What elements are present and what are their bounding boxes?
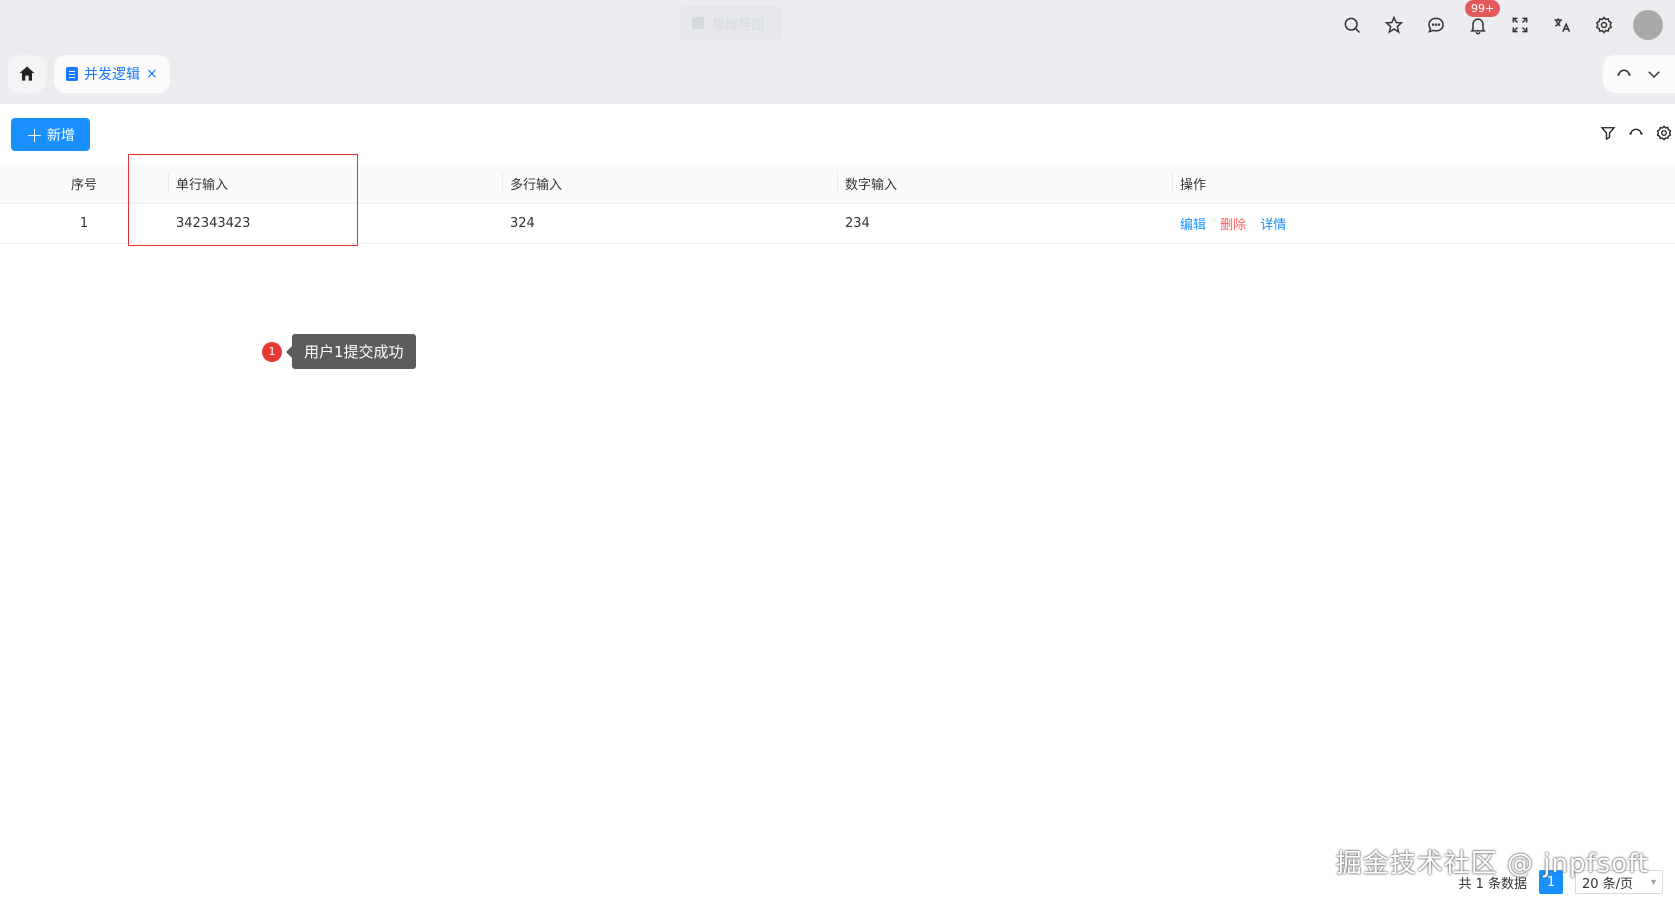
top-bar: 思维导图 99+ 并发逻辑 × — [0, 0, 1675, 104]
home-icon — [19, 66, 35, 81]
cell-actions: 编辑 删除 详情 — [1172, 214, 1675, 233]
column-header-number-input: 数字输入 — [837, 172, 1172, 193]
cell-number-input: 234 — [845, 216, 870, 231]
fullscreen-icon[interactable] — [1499, 8, 1541, 42]
step-number-badge: 1 — [262, 341, 282, 362]
search-icon[interactable] — [1331, 8, 1373, 42]
annotation-tooltip: 用户1提交成功 — [292, 334, 416, 369]
delete-link[interactable]: 删除 — [1220, 218, 1246, 233]
refresh-icon[interactable] — [1615, 65, 1633, 83]
tab-label: 并发逻辑 — [84, 67, 140, 83]
refresh-icon[interactable] — [1627, 124, 1645, 142]
tab-bar: 并发逻辑 × — [8, 55, 170, 93]
detail-link[interactable]: 详情 — [1260, 218, 1286, 233]
message-icon[interactable] — [1415, 8, 1457, 42]
gear-icon[interactable] — [1655, 124, 1673, 142]
annotation: 1 用户1提交成功 — [262, 334, 416, 369]
star-icon[interactable] — [1373, 8, 1415, 42]
chevron-down-icon: ▾ — [1650, 876, 1656, 888]
window-title: 思维导图 — [680, 6, 782, 40]
column-header-actions: 操作 — [1172, 172, 1675, 193]
column-header-multi-input: 多行输入 — [502, 172, 837, 193]
tab-concurrency-logic[interactable]: 并发逻辑 × — [54, 55, 170, 93]
plus-icon: + — [26, 122, 43, 147]
window-title-label: 思维导图 — [712, 17, 765, 33]
notification-badge: 99+ — [1465, 0, 1501, 17]
cell-multi-input: 324 — [510, 216, 535, 231]
close-icon[interactable]: × — [146, 66, 158, 82]
gear-icon[interactable] — [1583, 8, 1625, 42]
tab-actions — [1603, 55, 1675, 93]
header-icons: 99+ — [1331, 0, 1675, 42]
home-tab[interactable] — [8, 55, 46, 93]
avatar[interactable] — [1633, 10, 1663, 40]
add-button-label: 新增 — [46, 127, 75, 144]
add-button[interactable]: + 新增 — [11, 118, 90, 151]
edit-link[interactable]: 编辑 — [1180, 218, 1206, 233]
table-tools — [1599, 124, 1673, 142]
watermark: 掘金技术社区 @ jnpfsoft — [1335, 849, 1649, 879]
app-icon — [692, 17, 704, 29]
translate-icon[interactable] — [1541, 8, 1583, 42]
highlight-box — [128, 154, 358, 246]
document-icon — [66, 67, 78, 81]
bell-icon[interactable]: 99+ — [1457, 0, 1501, 42]
filter-icon[interactable] — [1599, 124, 1617, 142]
chevron-down-icon[interactable] — [1645, 65, 1663, 83]
